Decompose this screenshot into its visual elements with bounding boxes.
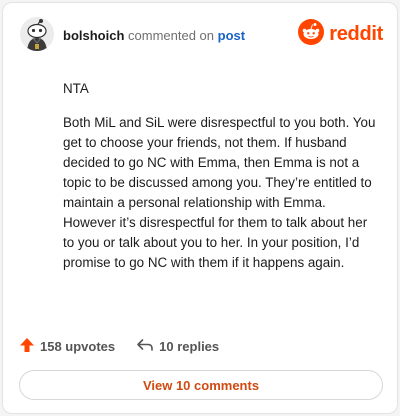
comment-body: NTA Both MiL and SiL were disrespectful … <box>63 79 379 287</box>
reply-count: 10 replies <box>159 338 220 354</box>
author-name[interactable]: bolshoich <box>63 28 124 43</box>
post-link[interactable]: post <box>218 28 245 43</box>
comment-paragraph: Both MiL and SiL were disrespectful to y… <box>63 115 376 270</box>
comment-byline: bolshoich commented on post <box>63 28 245 44</box>
brand-wordmark: reddit <box>329 22 383 45</box>
comment-actions: 158 upvotes 10 replies <box>19 336 219 356</box>
reddit-logo-icon <box>298 18 325 50</box>
snoo-avatar-icon[interactable] <box>20 17 54 51</box>
view-comments-button[interactable]: View 10 comments <box>19 370 383 400</box>
comment-paragraph: NTA <box>63 81 89 96</box>
comment-card: bolshoich commented on post reddit NTA B… <box>2 2 398 414</box>
byline-action: commented on <box>128 28 215 43</box>
reply-arrow-icon <box>136 337 159 356</box>
upvote-button[interactable]: 158 upvotes <box>19 337 115 356</box>
reply-button[interactable]: 10 replies <box>136 337 219 356</box>
reddit-brand[interactable]: reddit <box>298 18 383 50</box>
upvote-count: 158 upvotes <box>40 338 116 354</box>
comment-header: bolshoich commented on post reddit <box>3 3 397 67</box>
upvote-arrow-icon <box>19 337 40 356</box>
